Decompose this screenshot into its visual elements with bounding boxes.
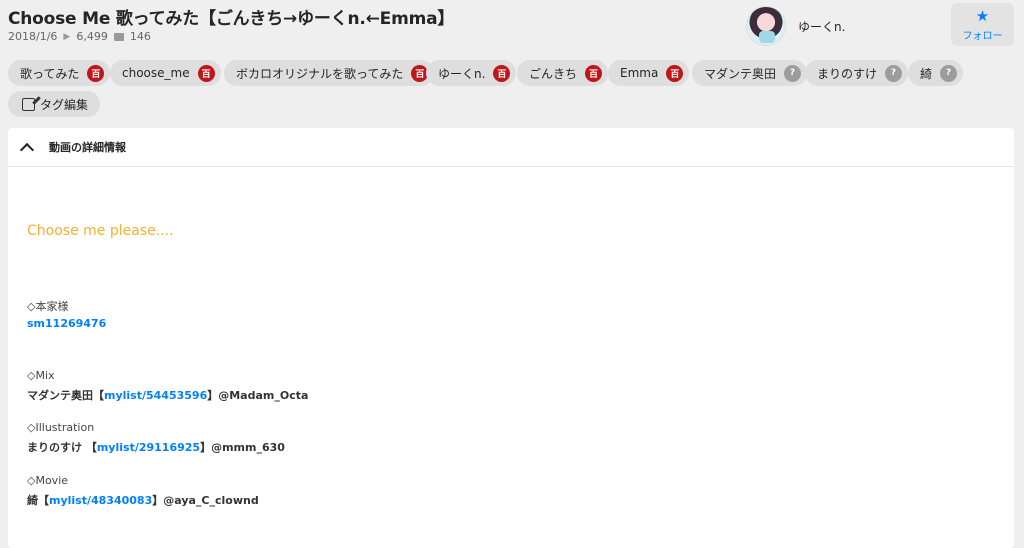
tag-edit-label: タグ編集 [40, 97, 89, 112]
illustration-label: ◇Illustration [27, 421, 95, 434]
tag-label: まりのすけ [817, 66, 878, 81]
video-details-panel: 動画の詳細情報 Choose me please.... ◇本家様 sm1126… [8, 128, 1014, 548]
illustration-name: まりのすけ 【 [27, 441, 97, 454]
video-meta: 2018/1/6 ▶ 6,499 146 [8, 30, 151, 43]
follow-button[interactable]: ★ フォロー [951, 3, 1014, 46]
details-heading: 動画の詳細情報 [49, 141, 126, 154]
mix-name: マダンテ奥田【 [27, 389, 104, 402]
owner-avatar[interactable] [746, 6, 786, 46]
view-count: 6,499 [76, 30, 108, 43]
original-video-link[interactable]: sm11269476 [27, 317, 106, 330]
owner-name[interactable]: ゆーくn. [798, 18, 845, 35]
follow-label: フォロー [962, 31, 1003, 42]
comment-count: 146 [129, 30, 151, 43]
mix-mylist-link[interactable]: mylist/54453596 [104, 389, 207, 402]
tag-label: ごんきち [529, 66, 578, 81]
tag-item[interactable]: 歌ってみた 百 [8, 60, 111, 86]
mix-handle: 】@Madam_Octa [207, 389, 309, 402]
tag-edit-button[interactable]: タグ編集 [8, 91, 101, 117]
mix-credit: マダンテ奥田【mylist/54453596】@Madam_Octa [27, 387, 308, 403]
original-label: ◇本家様 [27, 300, 69, 313]
video-title: Choose Me 歌ってみた【ごんきち→ゆーくn.←Emma】 [8, 9, 455, 29]
owner-info[interactable]: ゆーくn. [746, 6, 845, 46]
tag-item[interactable]: ゆーくn. 百 [426, 60, 517, 86]
illustration-credit: まりのすけ 【mylist/29116925】@mmm_630 [27, 439, 285, 455]
movie-mylist-link[interactable]: mylist/48340083 [49, 494, 152, 507]
play-count-icon: ▶ [63, 31, 71, 42]
locked-tag-icon: 百 [493, 64, 511, 82]
mix-label: ◇Mix [27, 369, 55, 382]
tagline: Choose me please.... [27, 223, 174, 239]
comment-icon [113, 32, 124, 41]
tag-label: Emma [620, 66, 659, 80]
tag-label: ゆーくn. [438, 66, 486, 81]
illustration-handle: 】@mmm_630 [200, 441, 285, 454]
tag-item[interactable]: マダンテ奥田 ? [692, 60, 808, 86]
tag-item[interactable]: まりのすけ ? [805, 60, 909, 86]
dictionary-unknown-icon: ? [940, 64, 958, 82]
movie-name: 綺【 [27, 494, 49, 507]
tag-item[interactable]: ボカロオリジナルを歌ってみた 百 [224, 60, 435, 86]
tag-item[interactable]: choose_me 百 [110, 60, 221, 86]
locked-tag-icon: 百 [87, 64, 105, 82]
upload-date: 2018/1/6 [8, 30, 58, 43]
edit-icon [22, 97, 35, 111]
chevron-up-icon [19, 142, 35, 157]
details-toggle[interactable]: 動画の詳細情報 [8, 128, 1014, 167]
movie-credit: 綺【mylist/48340083】@aya_C_clownd [27, 492, 259, 508]
tag-label: ボカロオリジナルを歌ってみた [236, 66, 404, 81]
movie-handle: 】@aya_C_clownd [152, 494, 259, 507]
tag-label: 歌ってみた [20, 66, 80, 81]
dictionary-unknown-icon: ? [784, 64, 802, 82]
locked-tag-icon: 百 [585, 64, 603, 82]
tag-item[interactable]: 綺 ? [908, 60, 964, 86]
tag-item[interactable]: Emma 百 [608, 60, 690, 86]
dictionary-unknown-icon: ? [885, 64, 903, 82]
tag-label: マダンテ奥田 [704, 66, 777, 81]
tag-item[interactable]: ごんきち 百 [517, 60, 609, 86]
tag-label: 綺 [920, 66, 933, 81]
star-icon: ★ [975, 7, 990, 25]
locked-tag-icon: 百 [666, 64, 684, 82]
illustration-mylist-link[interactable]: mylist/29116925 [97, 441, 200, 454]
locked-tag-icon: 百 [197, 64, 215, 82]
tag-label: choose_me [122, 66, 190, 80]
movie-label: ◇Movie [27, 474, 69, 487]
